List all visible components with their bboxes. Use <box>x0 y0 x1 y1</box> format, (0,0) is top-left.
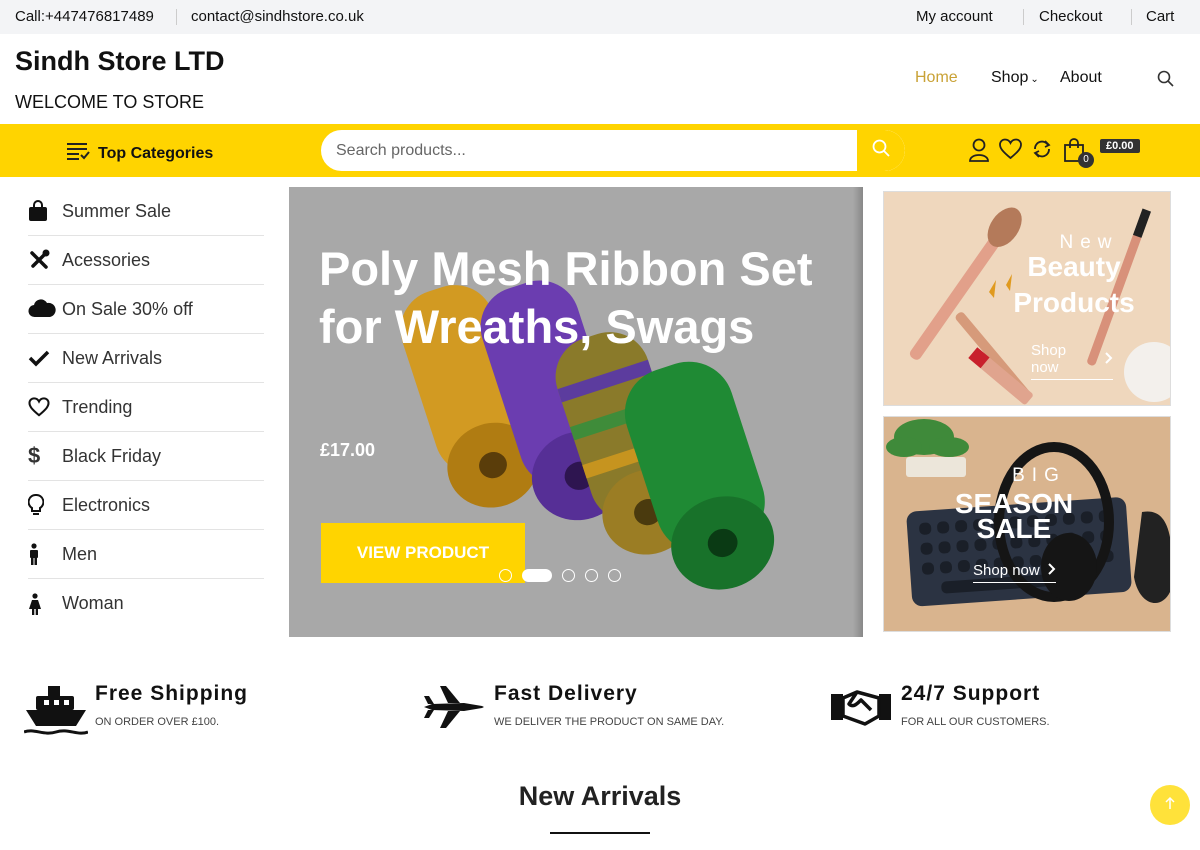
cart-count-badge: 0 <box>1078 152 1094 168</box>
shop-now-label: Shop now <box>973 562 1040 579</box>
feature-subtitle: FOR ALL OUR CUSTOMERS. <box>901 716 1050 728</box>
banner-shop-now-link[interactable]: Shop now <box>1031 342 1113 380</box>
sidebar-item-label: Acessories <box>62 249 151 270</box>
sidebar-item-summer-sale[interactable]: Summer Sale <box>28 187 264 236</box>
season-sale-banner[interactable]: BIG SEASON SALE Shop now <box>883 416 1171 632</box>
male-icon <box>28 543 62 565</box>
category-search-bar: Top Categories 0 £0.00 <box>0 124 1200 177</box>
my-account-link[interactable]: My account <box>916 8 993 25</box>
compare-icon[interactable] <box>1031 138 1053 165</box>
handshake-icon <box>829 686 893 733</box>
sidebar-item-label: Trending <box>62 396 133 417</box>
heading-underline <box>550 832 650 834</box>
feature-subtitle: WE DELIVER THE PRODUCT ON SAME DAY. <box>494 716 725 728</box>
banner-headline-1: Beauty <box>1027 251 1121 282</box>
shopping-bag-icon <box>28 200 62 222</box>
list-icon <box>66 141 90 166</box>
slider-dot-2[interactable] <box>522 569 552 582</box>
divider <box>1131 9 1132 25</box>
search-icon[interactable] <box>1157 70 1174 92</box>
sidebar-item-label: Summer Sale <box>62 200 172 221</box>
feature-title: 24/7 Support <box>901 682 1041 705</box>
beauty-products-banner[interactable]: New Beauty Products Shop now <box>883 191 1171 406</box>
jet-icon <box>422 684 486 735</box>
sidebar-item-black-friday[interactable]: $ Black Friday <box>28 432 264 481</box>
nav-shop[interactable]: Shop ⌄ <box>991 69 1039 87</box>
site-tagline: WELCOME TO STORE <box>15 92 205 112</box>
cart-total[interactable]: £0.00 <box>1100 139 1140 153</box>
sidebar-item-trending[interactable]: Trending <box>28 383 264 432</box>
female-icon <box>28 592 62 615</box>
sidebar-item-woman[interactable]: Woman <box>28 579 264 628</box>
nav-about[interactable]: About <box>1060 69 1102 87</box>
sidebar-item-label: Black Friday <box>62 445 162 466</box>
search-input[interactable] <box>321 130 857 171</box>
slider-dot-4[interactable] <box>585 569 598 582</box>
search-button[interactable] <box>857 130 905 171</box>
ship-icon <box>23 684 89 741</box>
lightbulb-icon <box>28 494 62 516</box>
sidebar-item-label: Woman <box>62 593 124 613</box>
phone-number[interactable]: Call:+447476817489 <box>15 8 154 25</box>
sidebar-item-label: Electronics <box>62 494 151 515</box>
sidebar-item-label: Men <box>62 543 98 564</box>
sidebar-item-label: New Arrivals <box>62 347 163 368</box>
sidebar-item-acessories[interactable]: Acessories <box>28 236 264 285</box>
slider-dots <box>499 569 621 582</box>
divider <box>176 9 177 25</box>
chevron-right-icon <box>1048 562 1056 579</box>
slider-dot-3[interactable] <box>562 569 575 582</box>
top-categories-label: Top Categories <box>98 144 214 162</box>
slide-title: Poly Mesh Ribbon Set for Wreaths, Swags <box>319 242 813 353</box>
view-product-button[interactable]: VIEW PRODUCT <box>321 523 525 583</box>
site-title[interactable]: Sindh Store LTD <box>15 46 225 77</box>
banner-headline-2: Products <box>1013 287 1135 318</box>
sidebar-item-label: On Sale 30% off <box>62 298 193 319</box>
slide-price: £17.00 <box>320 440 376 460</box>
shop-now-label: Shop now <box>1031 342 1067 376</box>
arrow-up-icon <box>1164 796 1176 815</box>
sidebar-item-new-arrivals[interactable]: New Arrivals <box>28 334 264 383</box>
slider-dot-5[interactable] <box>608 569 621 582</box>
heart-icon <box>28 397 62 417</box>
cloud-icon <box>28 299 62 319</box>
chevron-right-icon <box>1105 351 1113 368</box>
sidebar-item-on-sale[interactable]: On Sale 30% off <box>28 285 264 334</box>
scroll-to-top-button[interactable] <box>1150 785 1190 825</box>
search-box <box>321 130 905 171</box>
nav-home[interactable]: Home <box>915 69 958 87</box>
nav-shop-label: Shop <box>991 69 1029 86</box>
dollar-icon: $ <box>28 443 41 468</box>
banner-small-text: BIG <box>1012 465 1066 486</box>
slider-dot-1[interactable] <box>499 569 512 582</box>
user-icon[interactable] <box>968 138 990 167</box>
top-bar: Call:+447476817489 contact@sindhstore.co… <box>0 0 1200 34</box>
tools-icon <box>28 249 62 271</box>
cart-link[interactable]: Cart <box>1146 8 1174 25</box>
sidebar-item-men[interactable]: Men <box>28 530 264 579</box>
divider <box>1023 9 1024 25</box>
feature-title: Free Shipping <box>95 682 249 705</box>
checkout-link[interactable]: Checkout <box>1039 8 1102 25</box>
sidebar-item-electronics[interactable]: Electronics <box>28 481 264 530</box>
category-sidebar: Summer Sale Acessories On Sale 30% off N… <box>28 187 264 628</box>
banner-shop-now-link[interactable]: Shop now <box>973 562 1056 583</box>
top-categories-button[interactable]: Top Categories <box>66 141 213 166</box>
heart-icon[interactable] <box>999 138 1022 165</box>
new-arrivals-heading: New Arrivals <box>518 781 682 811</box>
feature-subtitle: ON ORDER OVER £100. <box>95 716 220 728</box>
feature-title: Fast Delivery <box>494 682 638 705</box>
check-icon <box>28 349 62 367</box>
banner-headline-2: SALE <box>976 513 1052 544</box>
search-icon <box>872 139 890 162</box>
hero-slider[interactable]: Poly Mesh Ribbon Set for Wreaths, Swags … <box>289 187 863 637</box>
chevron-down-icon: ⌄ <box>1030 74 1039 85</box>
email-address[interactable]: contact@sindhstore.co.uk <box>191 8 364 25</box>
slider-edge <box>853 187 863 637</box>
